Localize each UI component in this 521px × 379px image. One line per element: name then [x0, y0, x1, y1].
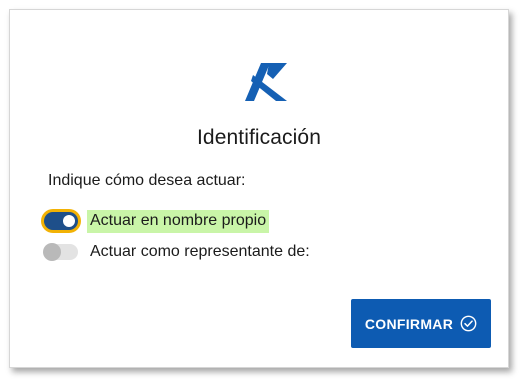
dialog-title: Identificación: [197, 126, 321, 149]
option-representative-label[interactable]: Actuar como representante de:: [87, 241, 313, 264]
confirm-button-label: CONFIRMAR: [364, 315, 454, 332]
action-prompt: Indique cómo desea actuar:: [48, 172, 246, 189]
option-representative[interactable]: Actuar como representante de:: [43, 239, 313, 265]
toggle-knob: [43, 243, 61, 261]
toggle-own-name[interactable]: [44, 212, 78, 230]
option-own-name[interactable]: Actuar en nombre propio: [44, 208, 270, 234]
check-circle-icon: [460, 315, 477, 332]
toggle-representative[interactable]: [43, 243, 78, 261]
option-own-name-label[interactable]: Actuar en nombre propio: [87, 209, 270, 233]
identification-dialog: Identificación Indique cómo desea actuar…: [9, 9, 509, 368]
toggle-knob: [63, 215, 75, 227]
confirm-button[interactable]: CONFIRMAR: [351, 299, 491, 348]
agency-logo-icon: [245, 63, 287, 101]
